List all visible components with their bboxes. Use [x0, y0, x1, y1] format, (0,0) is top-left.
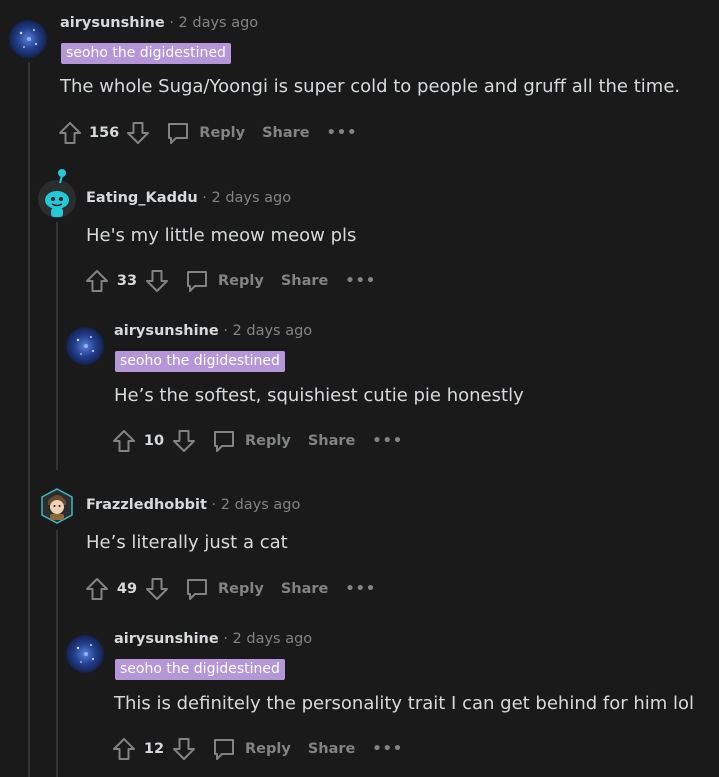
- comment-actions: 12 Reply Share •••: [111, 734, 403, 764]
- vote-count: 33: [116, 273, 138, 289]
- vote-count: 10: [143, 433, 165, 449]
- snoo-avatar-icon[interactable]: [38, 180, 76, 218]
- vote-count: 49: [116, 581, 138, 597]
- comment-body: He's my little meow meow pls: [86, 225, 357, 246]
- more-options-button[interactable]: •••: [345, 581, 376, 597]
- upvote-icon[interactable]: [57, 120, 83, 146]
- separator-dot: ·: [223, 631, 228, 647]
- thread-line[interactable]: [28, 62, 30, 777]
- author-name[interactable]: airysunshine: [114, 323, 219, 339]
- reply-label: Reply: [218, 581, 264, 597]
- reply-button[interactable]: Reply: [165, 120, 245, 146]
- separator-dot: ·: [211, 497, 217, 513]
- comment-bubble-icon: [165, 120, 191, 146]
- comment-actions: 33 Reply Share •••: [84, 266, 376, 296]
- user-flair: seoho the digidestined: [115, 659, 285, 680]
- comment-body: This is definitely the personality trait…: [114, 693, 695, 714]
- timestamp[interactable]: 2 days ago: [233, 323, 313, 339]
- comment-bubble-icon: [211, 736, 237, 762]
- comment-body: The whole Suga/Yoongi is super cold to p…: [60, 76, 681, 97]
- share-button[interactable]: Share: [308, 741, 356, 757]
- author-name[interactable]: airysunshine: [60, 15, 165, 31]
- upvote-icon[interactable]: [111, 736, 137, 762]
- hobbit-avatar-icon[interactable]: [38, 487, 76, 525]
- thread-line[interactable]: [56, 222, 58, 470]
- downvote-icon[interactable]: [171, 428, 197, 454]
- user-flair: seoho the digidestined: [61, 43, 231, 64]
- galaxy-avatar-icon[interactable]: [66, 327, 104, 365]
- share-button[interactable]: Share: [281, 581, 329, 597]
- separator-dot: ·: [169, 15, 174, 31]
- comment-body: He’s the softest, squishiest cutie pie h…: [114, 385, 524, 406]
- upvote-icon[interactable]: [84, 268, 110, 294]
- timestamp[interactable]: 2 days ago: [179, 15, 259, 31]
- author-name[interactable]: airysunshine: [114, 631, 219, 647]
- galaxy-avatar-icon[interactable]: [66, 635, 104, 673]
- reply-button[interactable]: Reply: [184, 268, 264, 294]
- antenna-icon: [58, 169, 66, 184]
- more-options-button[interactable]: •••: [345, 273, 376, 289]
- separator-dot: ·: [202, 190, 207, 206]
- comment-body: He’s literally just a cat: [86, 532, 288, 553]
- reply-label: Reply: [218, 273, 264, 289]
- vote-count: 156: [89, 125, 120, 141]
- downvote-icon[interactable]: [171, 736, 197, 762]
- downvote-icon[interactable]: [144, 576, 170, 602]
- reply-label: Reply: [199, 125, 246, 141]
- share-button[interactable]: Share: [308, 433, 356, 449]
- comment-actions: 10 Reply Share •••: [111, 426, 403, 456]
- more-options-button[interactable]: •••: [372, 433, 403, 449]
- comment-bubble-icon: [184, 576, 210, 602]
- comment-bubble-icon: [184, 268, 210, 294]
- downvote-icon[interactable]: [144, 268, 170, 294]
- share-button[interactable]: Share: [281, 273, 329, 289]
- reply-button[interactable]: Reply: [211, 428, 291, 454]
- timestamp[interactable]: 2 days ago: [211, 190, 291, 206]
- upvote-icon[interactable]: [84, 576, 110, 602]
- upvote-icon[interactable]: [111, 428, 137, 454]
- comment-bubble-icon: [211, 428, 237, 454]
- reply-label: Reply: [245, 741, 291, 757]
- timestamp[interactable]: 2 days ago: [221, 497, 301, 513]
- more-options-button[interactable]: •••: [327, 125, 358, 141]
- vote-count: 12: [143, 741, 165, 757]
- thread-line[interactable]: [56, 530, 58, 777]
- comment-actions: 49 Reply Share •••: [84, 574, 376, 604]
- timestamp[interactable]: 2 days ago: [233, 631, 313, 647]
- reply-button[interactable]: Reply: [211, 736, 291, 762]
- user-flair: seoho the digidestined: [115, 351, 285, 372]
- separator-dot: ·: [223, 323, 228, 339]
- author-name[interactable]: Eating_Kaddu: [86, 190, 198, 206]
- galaxy-avatar-icon[interactable]: [9, 20, 47, 58]
- author-name[interactable]: Frazzledhobbit: [86, 497, 207, 513]
- share-button[interactable]: Share: [262, 125, 310, 141]
- downvote-icon[interactable]: [125, 120, 151, 146]
- reply-label: Reply: [245, 433, 291, 449]
- reply-button[interactable]: Reply: [184, 576, 264, 602]
- more-options-button[interactable]: •••: [372, 741, 403, 757]
- comment-actions: 156 Reply Share •••: [57, 118, 357, 148]
